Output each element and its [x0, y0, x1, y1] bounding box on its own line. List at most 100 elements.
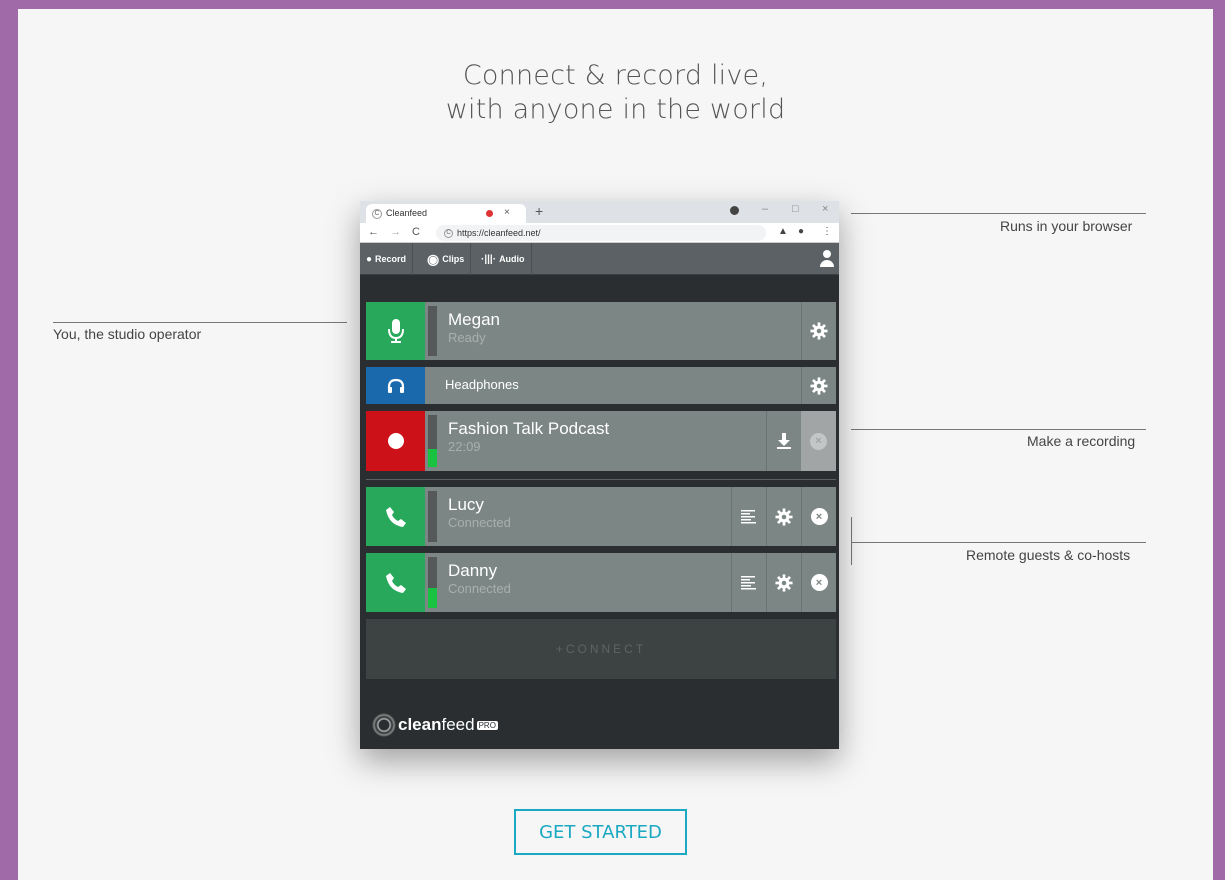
- record-button[interactable]: ● Record: [360, 243, 414, 275]
- guest-info: Danny Connected: [440, 553, 731, 612]
- list-icon: [741, 509, 756, 523]
- gear-icon: [810, 376, 828, 395]
- cleanfeed-favicon-icon: C: [372, 208, 382, 219]
- level-meter: [428, 306, 437, 356]
- connect-button[interactable]: +CONNECT: [366, 619, 836, 679]
- settings-button[interactable]: [801, 302, 836, 360]
- annotation-line-browser: [851, 213, 1146, 214]
- settings-button[interactable]: [766, 487, 801, 546]
- labs-icon[interactable]: ▲: [778, 226, 788, 237]
- headline-line-2: with anyone in the world: [445, 94, 786, 125]
- gear-icon: [775, 573, 793, 592]
- pro-badge: PRO: [476, 720, 498, 730]
- guest-name: Danny: [448, 561, 498, 580]
- channel-name: Megan: [448, 310, 500, 329]
- stats-button[interactable]: [731, 487, 766, 546]
- stats-button[interactable]: [731, 553, 766, 612]
- cleanfeed-logo: clean feed PRO: [372, 713, 498, 737]
- app-toolbar: ● Record ◉ Clips ·|||· Audio: [360, 243, 839, 275]
- annotation-line-guests: [851, 542, 1146, 543]
- logo-text-bold: clean: [398, 715, 442, 734]
- download-icon: [777, 433, 791, 449]
- window-close-button[interactable]: ×: [822, 203, 828, 215]
- profile-icon[interactable]: ●: [798, 226, 804, 237]
- phone-icon[interactable]: [366, 487, 425, 546]
- back-button[interactable]: ←: [368, 226, 379, 238]
- address-bar-row: ← → C Chttps://cleanfeed.net/ ▲ ● ⋮: [360, 223, 839, 243]
- user-icon[interactable]: [819, 250, 835, 268]
- microphone-icon[interactable]: [366, 302, 425, 360]
- clips-button[interactable]: ◉ Clips: [421, 243, 472, 275]
- audio-button[interactable]: ·|||· Audio: [475, 243, 532, 275]
- logo-text: feed: [441, 715, 475, 734]
- url-text: https://cleanfeed.net/: [457, 228, 541, 238]
- close-circle-icon: ×: [810, 508, 828, 525]
- disconnect-button[interactable]: ×: [801, 553, 836, 612]
- recording-row: Fashion Talk Podcast 22:09 ×: [366, 411, 836, 471]
- annotation-operator: You, the studio operator: [53, 326, 202, 342]
- guest-info: Lucy Connected: [440, 487, 731, 546]
- clips-label: Clips: [442, 254, 465, 264]
- close-recording-button[interactable]: ×: [801, 411, 836, 471]
- minimize-button[interactable]: –: [762, 203, 768, 215]
- forward-button[interactable]: →: [390, 226, 401, 238]
- audio-wave-icon: ·|||·: [481, 253, 497, 265]
- channel-row-megan: Megan Ready: [366, 302, 836, 360]
- disconnect-button[interactable]: ×: [801, 487, 836, 546]
- level-meter: [428, 415, 437, 467]
- audio-label: Audio: [499, 254, 525, 264]
- record-dot-icon[interactable]: [366, 411, 425, 471]
- list-icon: [741, 575, 756, 589]
- headline-line-1: Connect & record live,: [462, 60, 769, 91]
- annotation-recording: Make a recording: [1027, 433, 1136, 449]
- gear-icon: [810, 322, 828, 340]
- level-meter: [428, 491, 437, 542]
- new-tab-button[interactable]: +: [535, 203, 543, 219]
- phone-icon[interactable]: [366, 553, 425, 612]
- level-meter: [428, 557, 437, 608]
- annotation-line-recording: [851, 429, 1146, 430]
- guest-name: Lucy: [448, 495, 484, 514]
- get-started-button[interactable]: GET STARTED: [514, 809, 687, 855]
- guest-row-lucy: Lucy Connected ×: [366, 487, 836, 546]
- gear-icon: [775, 507, 793, 526]
- guest-row-danny: Danny Connected ×: [366, 553, 836, 612]
- site-favicon-icon: C: [444, 229, 453, 239]
- tab-title: Cleanfeed: [386, 208, 428, 218]
- reload-button[interactable]: C: [412, 226, 420, 238]
- recording-indicator-icon: [486, 210, 493, 217]
- url-field[interactable]: Chttps://cleanfeed.net/: [436, 225, 766, 241]
- record-label: Record: [375, 254, 407, 264]
- guest-status: Connected: [448, 581, 511, 596]
- headline: Connect & record live, with anyone in th…: [18, 59, 1213, 127]
- guest-status: Connected: [448, 515, 511, 530]
- close-circle-icon: ×: [810, 432, 827, 450]
- channel-status: Ready: [448, 330, 486, 345]
- headphones-icon[interactable]: [366, 367, 425, 404]
- recording-time: 22:09: [448, 439, 481, 454]
- close-circle-icon: ×: [810, 574, 828, 591]
- maximize-button[interactable]: □: [792, 203, 799, 215]
- download-button[interactable]: [766, 411, 801, 471]
- browser-tab[interactable]: C Cleanfeed ×: [366, 204, 526, 223]
- extension-icon[interactable]: [730, 206, 739, 218]
- settings-button[interactable]: [766, 553, 801, 612]
- record-dot-icon: ●: [366, 253, 373, 265]
- logo-burst-icon: [372, 713, 396, 737]
- page-card: Connect & record live, with anyone in th…: [18, 9, 1213, 880]
- clips-disc-icon: ◉: [427, 250, 440, 267]
- recording-name: Fashion Talk Podcast: [448, 419, 610, 438]
- annotation-line-operator: [53, 322, 347, 323]
- browser-menu-button[interactable]: ⋮: [822, 226, 832, 237]
- section-divider: [366, 479, 836, 480]
- headphones-row: Headphones: [366, 367, 836, 404]
- annotation-guests: Remote guests & co-hosts: [966, 547, 1131, 563]
- browser-tab-bar: C Cleanfeed × + – □ ×: [360, 201, 839, 223]
- channel-info: Megan Ready: [440, 302, 801, 360]
- headphones-settings-button[interactable]: [801, 367, 836, 404]
- headphones-label: Headphones: [445, 377, 519, 392]
- recording-info: Fashion Talk Podcast 22:09: [440, 411, 766, 471]
- tab-close-icon[interactable]: ×: [504, 207, 510, 218]
- app-window: C Cleanfeed × + – □ × ← → C Chttps://clea…: [360, 201, 839, 749]
- annotation-bracket-guests: [851, 517, 852, 565]
